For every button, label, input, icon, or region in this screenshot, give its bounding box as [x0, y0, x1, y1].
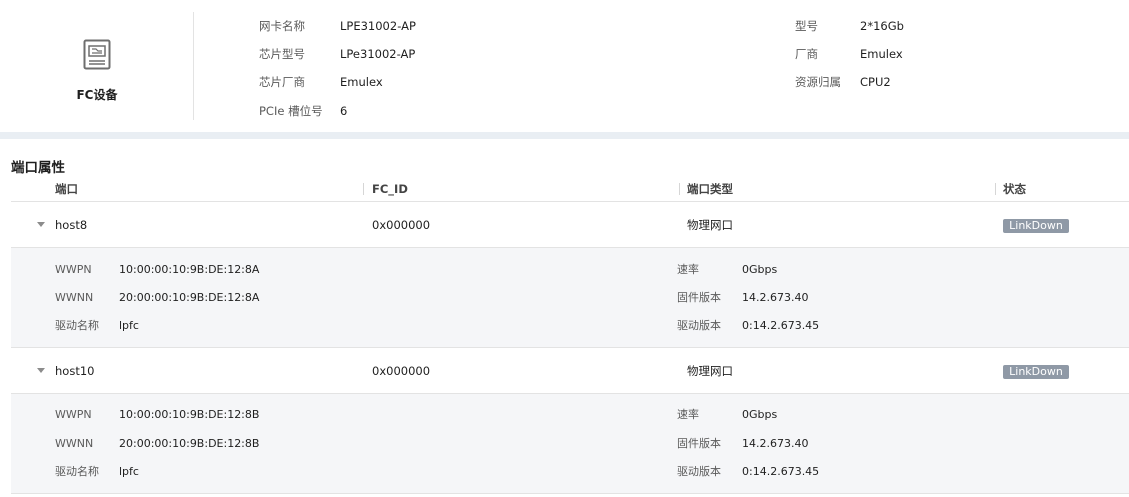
driver-name-value: lpfc [119, 465, 139, 478]
device-summary: FC设备 网卡名称 LPE31002-AP 芯片型号 LPe31002-AP 芯… [0, 0, 1129, 132]
speed-label: 速率 [677, 408, 699, 421]
wwpn-value: 10:00:00:10:9B:DE:12:8A [119, 263, 260, 276]
driver-name-value: lpfc [119, 319, 139, 332]
info-label: 网卡名称 [259, 19, 305, 33]
wwnn-value: 20:00:00:10:9B:DE:12:8B [119, 437, 260, 450]
wwpn-value: 10:00:00:10:9B:DE:12:8B [119, 408, 260, 421]
port-type: 物理网口 [687, 364, 733, 378]
column-header-port-type[interactable]: 端口类型 [687, 180, 733, 198]
info-label: 型号 [795, 19, 818, 33]
port-detail-host10: WWPN 10:00:00:10:9B:DE:12:8B WWNN 20:00:… [11, 394, 1129, 494]
section-title: 端口属性 [11, 160, 65, 176]
info-label: 芯片厂商 [259, 75, 305, 89]
driver-name-label: 驱动名称 [55, 465, 99, 478]
speed-value: 0Gbps [742, 263, 778, 276]
status-badge: LinkDown [1003, 219, 1069, 233]
firmware-label: 固件版本 [677, 437, 721, 450]
driver-version-value: 0:14.2.673.45 [742, 319, 820, 332]
info-value: Emulex [860, 47, 903, 61]
column-header-status[interactable]: 状态 [1003, 180, 1026, 198]
firmware-value: 14.2.673.40 [742, 291, 809, 304]
firmware-value: 14.2.673.40 [742, 437, 809, 450]
port-name: host10 [55, 364, 95, 378]
expand-caret-icon[interactable] [37, 222, 45, 227]
info-value: Emulex [340, 75, 383, 89]
info-label: 资源归属 [795, 75, 841, 89]
info-value: 2*16Gb [860, 19, 904, 33]
status-badge: LinkDown [1003, 365, 1069, 379]
wwnn-label: WWNN [55, 437, 94, 450]
port-fc-id: 0x000000 [372, 364, 431, 378]
driver-version-label: 驱动版本 [677, 465, 721, 478]
device-label: FC设备 [76, 88, 118, 102]
port-row-host8[interactable]: host8 0x000000 物理网口 LinkDown [11, 203, 1129, 248]
driver-version-label: 驱动版本 [677, 319, 721, 332]
info-value: LPE31002-AP [340, 19, 416, 33]
driver-name-label: 驱动名称 [55, 319, 99, 332]
driver-version-value: 0:14.2.673.45 [742, 465, 820, 478]
port-fc-id: 0x000000 [372, 218, 431, 232]
info-value: CPU2 [860, 75, 891, 89]
info-value: 6 [340, 104, 348, 118]
device-identity: FC设备 [0, 12, 194, 120]
column-divider [363, 183, 364, 195]
info-label: 芯片型号 [259, 47, 305, 61]
expand-caret-icon[interactable] [37, 368, 45, 373]
column-divider [679, 183, 680, 195]
firmware-label: 固件版本 [677, 291, 721, 304]
section-divider [0, 132, 1129, 139]
fc-card-icon [83, 39, 111, 70]
table-header: 端口 FC_ID 端口类型 状态 [11, 180, 1129, 202]
wwpn-label: WWPN [55, 408, 92, 421]
speed-value: 0Gbps [742, 408, 778, 421]
speed-label: 速率 [677, 263, 699, 276]
column-header-fc-id[interactable]: FC_ID [372, 180, 408, 198]
wwnn-label: WWNN [55, 291, 94, 304]
port-name: host8 [55, 218, 88, 232]
wwpn-label: WWPN [55, 263, 92, 276]
info-label: PCIe 槽位号 [259, 104, 323, 118]
info-value: LPe31002-AP [340, 47, 416, 61]
column-header-port[interactable]: 端口 [55, 180, 78, 198]
port-type: 物理网口 [687, 218, 733, 232]
info-label: 厂商 [795, 47, 818, 61]
port-row-host10[interactable]: host10 0x000000 物理网口 LinkDown [11, 349, 1129, 394]
column-divider [995, 183, 996, 195]
wwnn-value: 20:00:00:10:9B:DE:12:8A [119, 291, 260, 304]
port-detail-host8: WWPN 10:00:00:10:9B:DE:12:8A WWNN 20:00:… [11, 248, 1129, 348]
